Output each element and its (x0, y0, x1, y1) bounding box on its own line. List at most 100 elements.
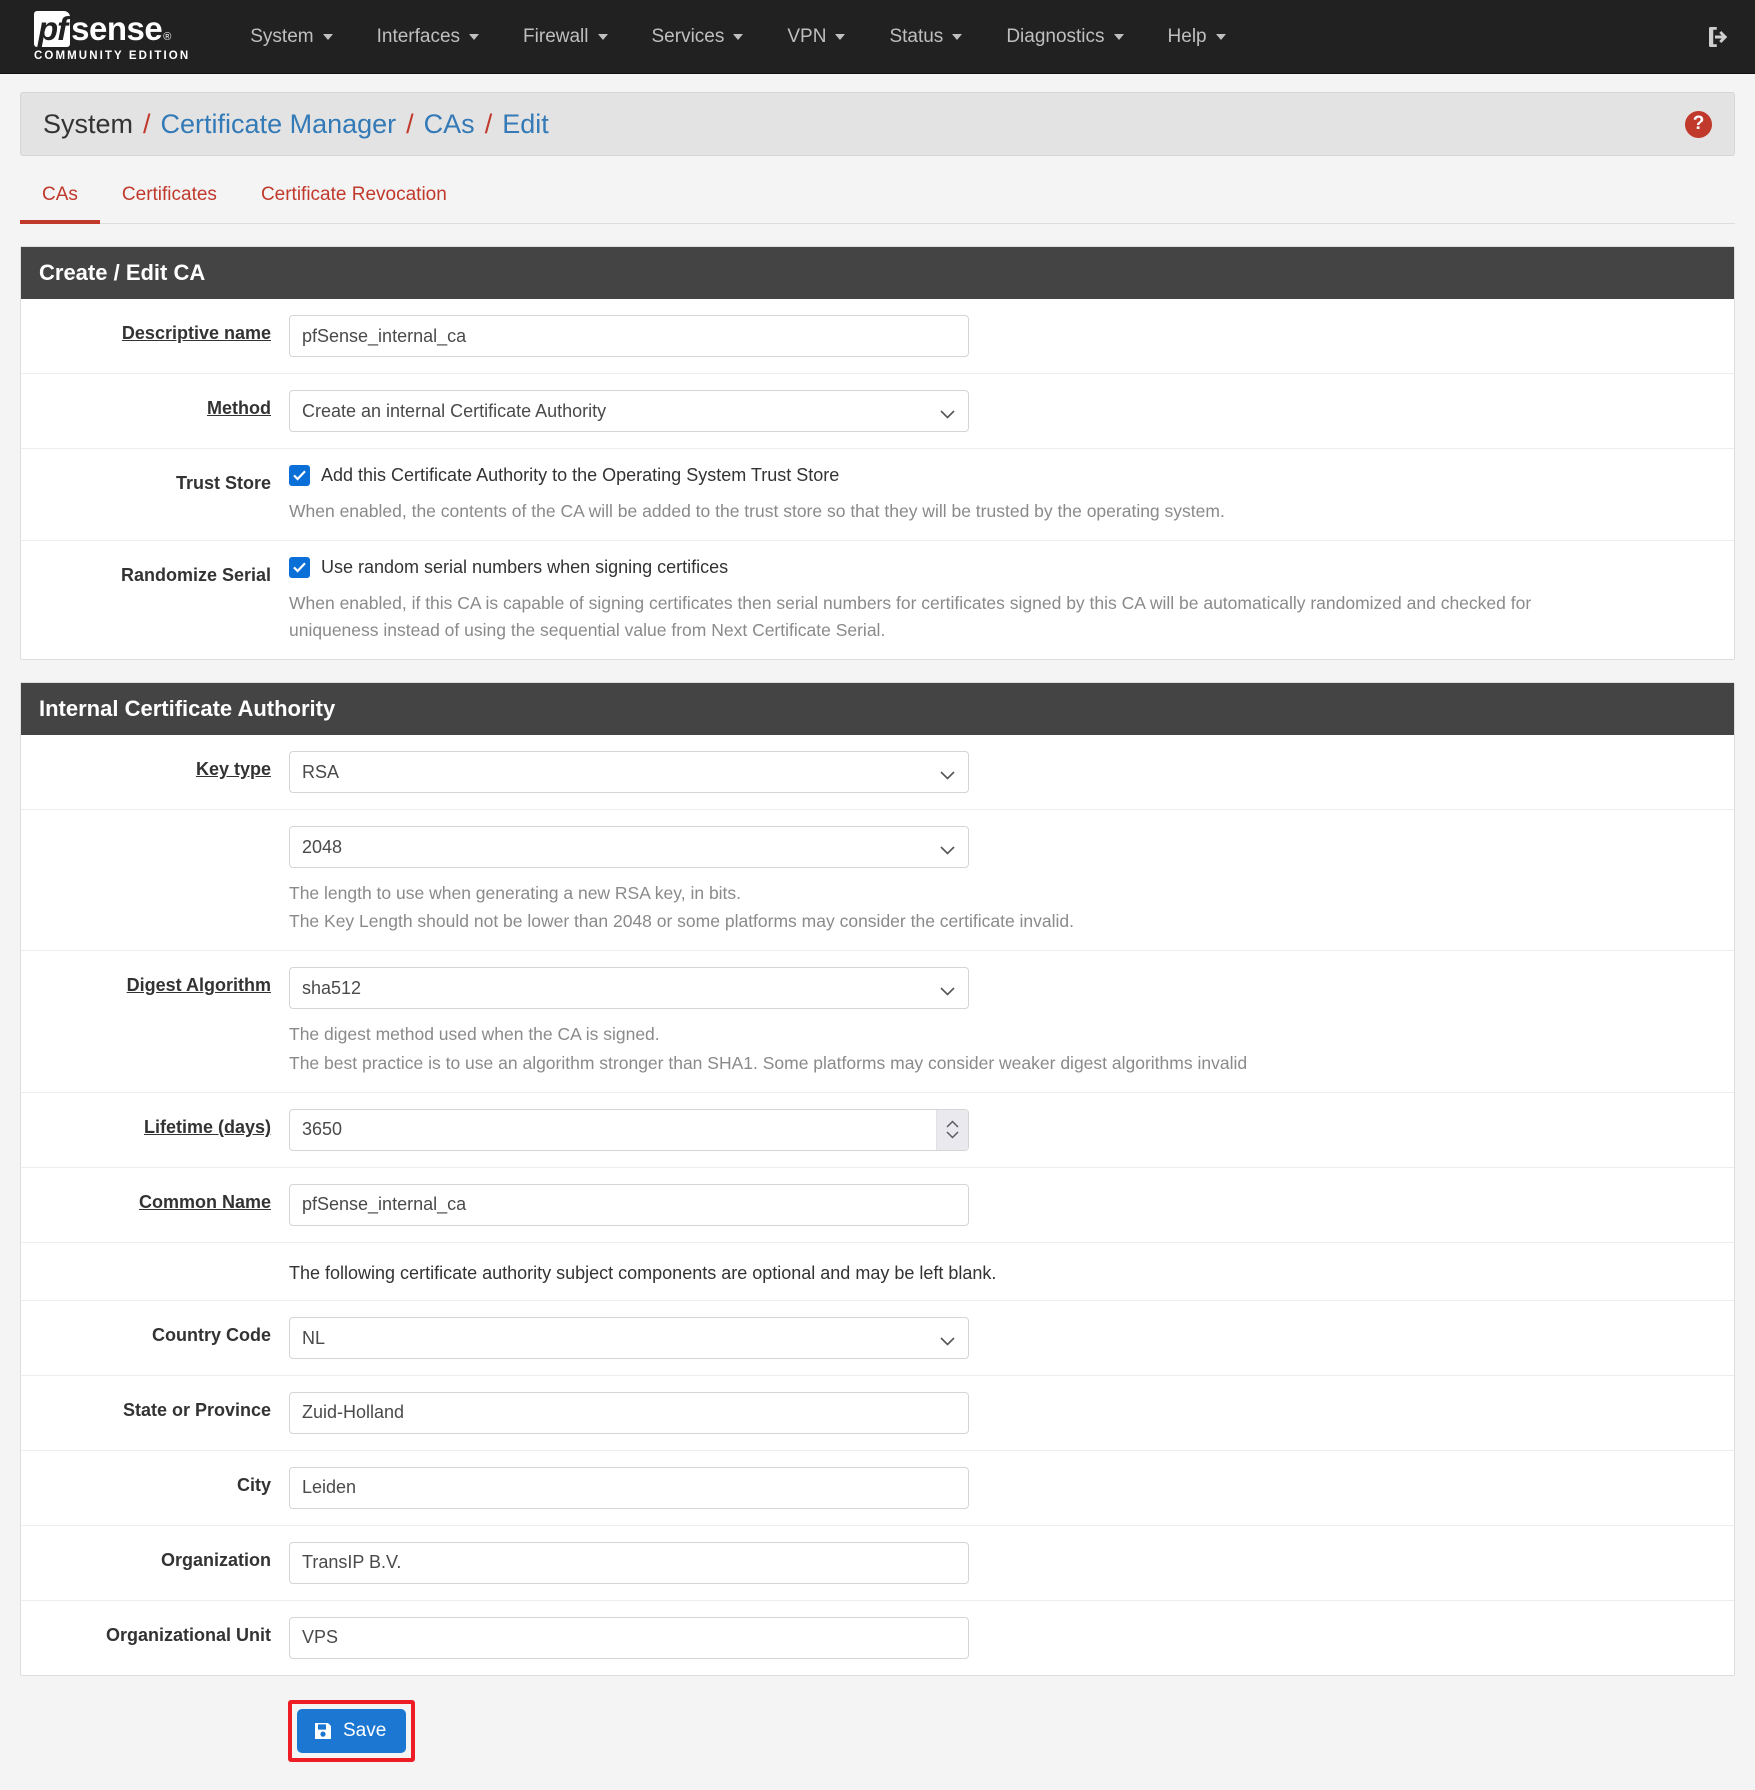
key-type-select-wrap: RSA (289, 750, 969, 793)
nav-item-services[interactable]: Services (630, 16, 766, 58)
chevron-up-icon[interactable] (946, 1120, 959, 1128)
field-method: Create an internal Certificate Authority (289, 390, 1734, 432)
nav-item-status[interactable]: Status (867, 16, 984, 58)
sign-out-icon[interactable] (1703, 22, 1733, 52)
save-area: Save (288, 1699, 1755, 1762)
tab-certificates[interactable]: Certificates (100, 172, 239, 224)
lifetime-input[interactable] (289, 1108, 969, 1151)
nav-label-diagnostics: Diagnostics (1006, 25, 1105, 47)
breadcrumb-item-edit[interactable]: Edit (502, 109, 549, 140)
create-edit-ca-panel: Create / Edit CA Descriptive name Method… (20, 246, 1735, 660)
row-randomize-serial: Randomize Serial Use random serial numbe… (21, 541, 1734, 659)
top-navbar: pf sense ® COMMUNITY EDITION System Interf… (0, 0, 1755, 74)
row-trust-store: Trust Store Add this Certificate Authori… (21, 449, 1734, 542)
country-code-select[interactable]: NL (289, 1316, 969, 1359)
row-key-length: 2048 The length to use when generating a… (21, 810, 1734, 952)
breadcrumb-item-system: System (43, 108, 134, 139)
label-method: Method (207, 398, 271, 418)
lifetime-stepper[interactable] (936, 1109, 968, 1150)
field-country-code: NL (289, 1316, 1734, 1359)
key-type-select[interactable]: RSA (289, 750, 969, 793)
breadcrumb-trail: System / Certificate Manager / CAs / Edi… (43, 109, 549, 140)
nav-item-system[interactable]: System (228, 16, 354, 58)
breadcrumb-separator: / (484, 108, 493, 139)
organizational-unit-input[interactable] (289, 1616, 969, 1659)
field-city (289, 1466, 1734, 1509)
tab-certificate-revocation[interactable]: Certificate Revocation (239, 172, 469, 224)
row-country-code: Country Code NL (21, 1301, 1734, 1376)
field-digest-algorithm: sha512 The digest method used when the C… (289, 967, 1734, 1076)
breadcrumb-separator: / (143, 108, 151, 139)
row-descriptive-name: Descriptive name (21, 299, 1734, 374)
nav-label-vpn: VPN (787, 25, 827, 47)
breadcrumb-item-cas[interactable]: CAs (424, 109, 475, 140)
row-state-or-province: State or Province (21, 1376, 1734, 1451)
label-common-name: Common Name (138, 1191, 271, 1212)
method-select[interactable]: Create an internal Certificate Authority (289, 390, 969, 432)
breadcrumb: System / Certificate Manager / CAs / Edi… (20, 92, 1735, 156)
randomize-serial-checkbox[interactable] (289, 557, 310, 579)
lifetime-input-wrap (289, 1108, 969, 1151)
chevron-down-icon (469, 33, 480, 40)
nav-item-vpn[interactable]: VPN (765, 16, 867, 58)
field-state-or-province (289, 1391, 1734, 1434)
brand-sense-text: sense (71, 10, 163, 47)
row-key-type: Key type RSA (21, 735, 1734, 810)
field-organizational-unit (289, 1616, 1734, 1659)
help-icon[interactable]: ? (1685, 110, 1712, 138)
label-randomize-serial: Randomize Serial (120, 565, 271, 586)
nav-item-interfaces[interactable]: Interfaces (355, 16, 501, 58)
chevron-down-icon (597, 33, 608, 40)
label-country-code: Country Code (152, 1324, 271, 1345)
chevron-down-icon[interactable] (946, 1131, 959, 1139)
city-input[interactable] (289, 1466, 969, 1509)
chevron-down-icon (1113, 33, 1124, 40)
field-common-name (289, 1183, 1734, 1226)
breadcrumb-item-certificate-manager[interactable]: Certificate Manager (161, 109, 397, 140)
state-or-province-input[interactable] (289, 1391, 969, 1434)
pfsense-logo[interactable]: pf sense ® COMMUNITY EDITION (34, 11, 190, 62)
nav-label-status: Status (889, 25, 944, 47)
common-name-input[interactable] (289, 1183, 969, 1226)
key-length-help-line2: The Key Length should not be lower than … (289, 911, 1075, 931)
trust-store-checkbox[interactable] (289, 465, 310, 486)
digest-algorithm-select[interactable]: sha512 (289, 967, 969, 1010)
row-organization: Organization (21, 1526, 1734, 1601)
field-organization (289, 1541, 1734, 1584)
descriptive-name-input[interactable] (289, 315, 969, 357)
field-optional-note: The following certificate authority subj… (289, 1259, 1734, 1284)
chevron-down-icon (952, 33, 963, 40)
nav-label-firewall: Firewall (523, 25, 589, 47)
row-city: City (21, 1451, 1734, 1526)
chevron-down-icon (835, 33, 846, 40)
save-floppy-icon (313, 1721, 333, 1741)
nav-item-diagnostics[interactable]: Diagnostics (984, 16, 1145, 58)
nav-label-help: Help (1167, 25, 1207, 47)
key-length-select[interactable]: 2048 (289, 825, 969, 868)
digest-algorithm-help-line2: The best practice is to use an algorithm… (289, 1052, 1248, 1073)
label-lifetime: Lifetime (days) (143, 1116, 271, 1137)
label-digest-algorithm: Digest Algorithm (126, 975, 271, 996)
save-button-highlight: Save (288, 1699, 416, 1762)
field-descriptive-name (289, 315, 1734, 357)
organization-input[interactable] (289, 1541, 969, 1584)
save-button[interactable]: Save (297, 1708, 407, 1753)
brand-logo-mark: pf sense ® (34, 11, 190, 47)
randomize-serial-checkbox-label: Use random serial numbers when signing c… (321, 557, 729, 578)
save-button-label: Save (343, 1719, 387, 1741)
label-optional-note-spacer (21, 1259, 289, 1267)
label-organizational-unit: Organizational Unit (105, 1624, 271, 1645)
field-randomize-serial: Use random serial numbers when signing c… (289, 557, 1734, 643)
label-organization: Organization (160, 1549, 271, 1570)
trust-store-help-text: When enabled, the contents of the CA wil… (289, 501, 1225, 521)
tab-cas[interactable]: CAs (20, 172, 100, 224)
breadcrumb-separator: / (406, 108, 414, 139)
key-length-select-wrap: 2048 (289, 825, 969, 868)
nav-item-firewall[interactable]: Firewall (501, 16, 629, 58)
label-key-length (21, 826, 289, 834)
label-city: City (236, 1474, 271, 1495)
internal-ca-panel: Internal Certificate Authority Key type … (20, 681, 1735, 1676)
nav-item-help[interactable]: Help (1146, 16, 1248, 58)
label-key-type: Key type (195, 758, 271, 779)
field-lifetime (289, 1108, 1734, 1151)
